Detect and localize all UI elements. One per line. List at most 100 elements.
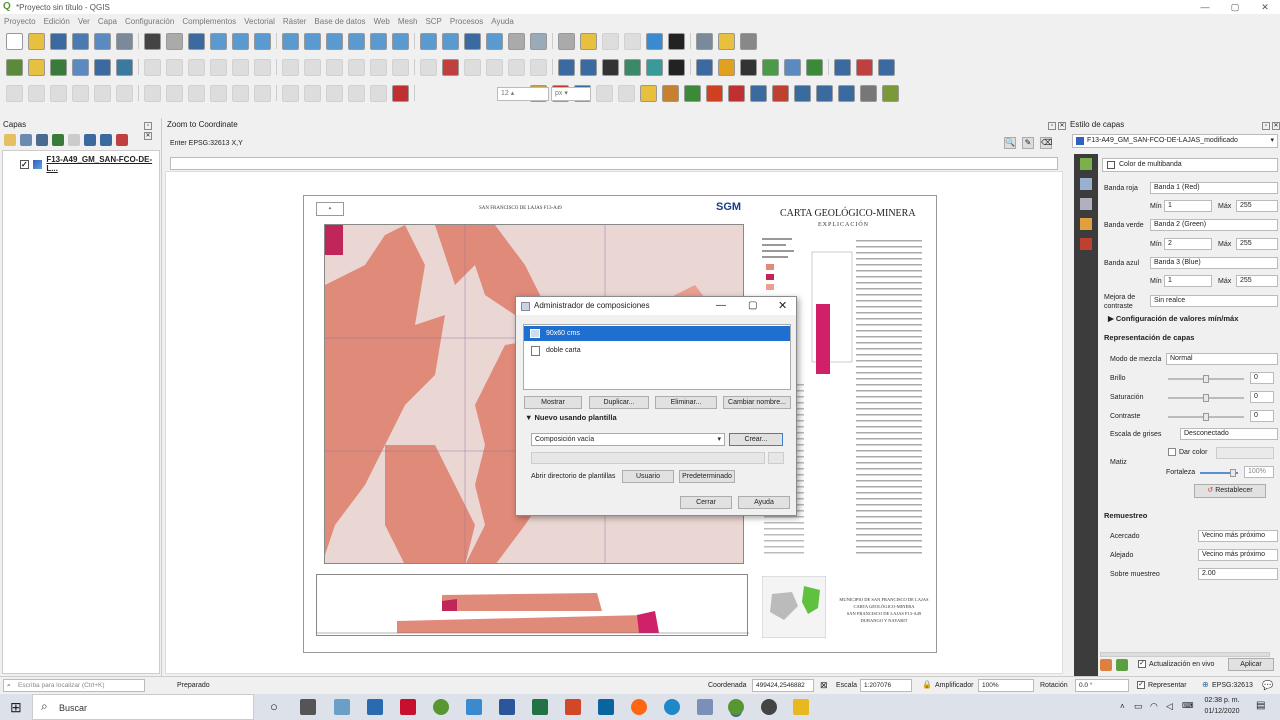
locator-search-input[interactable]: ⌕ Escriba para localizar (Ctrl+K) — [3, 679, 145, 692]
menu-item[interactable]: Base de datos — [314, 17, 365, 26]
app-icon[interactable] — [697, 699, 713, 715]
tool-icon[interactable] — [392, 32, 409, 50]
pick-point-icon[interactable]: ✎ — [1022, 137, 1034, 149]
crs-button[interactable]: EPSG:32613 — [1212, 682, 1253, 689]
menu-item[interactable]: Ayuda — [491, 17, 514, 26]
pyramids-tab-icon[interactable] — [1080, 218, 1092, 230]
tool-icon[interactable] — [596, 84, 613, 102]
calculator-icon[interactable] — [367, 699, 383, 715]
tool-icon[interactable] — [580, 58, 597, 76]
create-button[interactable]: Crear... — [729, 433, 783, 446]
excel-icon[interactable] — [532, 699, 548, 715]
language-icon[interactable]: ⌨ — [1182, 701, 1194, 710]
tool-icon[interactable] — [370, 32, 387, 50]
collapse-all-icon[interactable] — [100, 134, 112, 146]
word-icon[interactable] — [499, 699, 515, 715]
renderer-type-select[interactable]: Color de multibanda — [1102, 158, 1278, 172]
tool-icon[interactable] — [94, 32, 111, 50]
tool-icon[interactable] — [282, 58, 299, 76]
saturation-slider[interactable] — [1168, 394, 1244, 402]
symbol-unit-select[interactable]: px ▾ — [551, 87, 591, 101]
toggle-extents-icon[interactable]: ⊠ — [820, 680, 828, 691]
new-from-template-section[interactable]: ▼ Nuevo usando plantilla — [525, 413, 617, 422]
tool-icon[interactable] — [718, 58, 735, 76]
tool-icon[interactable] — [50, 32, 67, 50]
delete-button[interactable]: Eliminar... — [655, 396, 717, 409]
tool-icon[interactable] — [558, 32, 575, 50]
manage-map-themes-icon[interactable] — [36, 134, 48, 146]
network-icon[interactable]: ▭ — [1134, 701, 1143, 712]
menu-item[interactable]: Edición — [44, 17, 70, 26]
slider-handle[interactable] — [1203, 413, 1209, 421]
colorize-checkbox[interactable] — [1168, 448, 1176, 456]
tool-icon[interactable] — [772, 84, 789, 102]
tool-icon[interactable] — [740, 58, 757, 76]
tool-icon[interactable] — [668, 32, 685, 50]
tool-icon[interactable] — [210, 84, 227, 102]
tool-icon[interactable] — [420, 32, 437, 50]
show-button[interactable]: Mostrar — [524, 396, 582, 409]
menu-item[interactable]: Configuración — [125, 17, 174, 26]
tool-icon[interactable] — [304, 32, 321, 50]
tool-icon[interactable] — [668, 58, 685, 76]
tool-icon[interactable] — [706, 84, 723, 102]
coordinate-input[interactable] — [170, 157, 1058, 170]
tool-icon[interactable] — [166, 58, 183, 76]
tool-icon[interactable] — [282, 84, 299, 102]
app-icon[interactable] — [466, 699, 482, 715]
lock-scale-icon[interactable]: 🔒 — [922, 680, 932, 689]
brightness-slider[interactable] — [1168, 375, 1244, 383]
tool-icon[interactable] — [6, 84, 23, 102]
menu-item[interactable]: Ráster — [283, 17, 307, 26]
magnifier-input[interactable]: 100% — [978, 679, 1034, 692]
edge-icon[interactable] — [664, 699, 680, 715]
colorize-checkbox-row[interactable]: Dar color — [1168, 448, 1207, 456]
remove-layer-icon[interactable] — [116, 134, 128, 146]
tool-icon[interactable] — [326, 58, 343, 76]
green-band-select[interactable]: Banda 2 (Green) — [1150, 219, 1278, 231]
tool-icon[interactable] — [838, 84, 855, 102]
blue-band-select[interactable]: Banda 3 (Blue) — [1150, 257, 1278, 269]
template-path-input[interactable] — [531, 452, 765, 464]
tool-icon[interactable] — [116, 58, 133, 76]
tool-icon[interactable] — [28, 32, 45, 50]
history-tab-icon[interactable] — [1080, 238, 1092, 250]
contrast-slider[interactable] — [1168, 413, 1244, 421]
tool-icon[interactable] — [834, 58, 851, 76]
tool-icon[interactable] — [232, 58, 249, 76]
template-select[interactable]: Composición vacía ▾ — [531, 433, 725, 446]
firefox-icon[interactable] — [631, 699, 647, 715]
menu-item[interactable]: SCP — [425, 17, 441, 26]
tool-icon[interactable] — [72, 32, 89, 50]
tool-icon[interactable] — [144, 58, 161, 76]
qgis-active-icon[interactable] — [728, 699, 744, 715]
colorize-color-button[interactable] — [1216, 447, 1274, 459]
tool-icon[interactable] — [304, 58, 321, 76]
add-group-icon[interactable] — [20, 134, 32, 146]
green-min-input[interactable]: 2 — [1164, 238, 1212, 250]
maximize-button[interactable]: ▢ — [1220, 0, 1250, 14]
tool-icon[interactable] — [72, 84, 89, 102]
tool-icon[interactable] — [392, 84, 409, 102]
tool-icon[interactable] — [762, 58, 779, 76]
tool-icon[interactable] — [232, 84, 249, 102]
user-button[interactable]: Usuario — [622, 470, 674, 483]
tool-icon[interactable] — [464, 32, 481, 50]
tool-icon[interactable] — [348, 58, 365, 76]
menu-item[interactable]: Capa — [98, 17, 117, 26]
messages-icon[interactable]: 💬 — [1262, 680, 1273, 691]
blue-max-input[interactable]: 255 — [1236, 275, 1278, 287]
tool-icon[interactable] — [348, 84, 365, 102]
red-min-input[interactable]: 1 — [1164, 200, 1212, 212]
wifi-icon[interactable]: ◠ — [1150, 701, 1158, 712]
menu-item[interactable]: Complementos — [182, 17, 236, 26]
live-update-row[interactable]: ✓ Actualización en vivo — [1138, 660, 1214, 668]
tool-icon[interactable] — [50, 58, 67, 76]
tool-icon[interactable] — [254, 32, 271, 50]
menu-item[interactable]: Web — [374, 17, 390, 26]
file-explorer-icon[interactable] — [793, 699, 809, 715]
horizontal-scrollbar[interactable] — [1100, 652, 1270, 657]
tool-icon[interactable] — [530, 32, 547, 50]
volume-icon[interactable]: ◁ — [1166, 701, 1173, 712]
dialog-maximize-button[interactable]: ▢ — [748, 300, 757, 311]
